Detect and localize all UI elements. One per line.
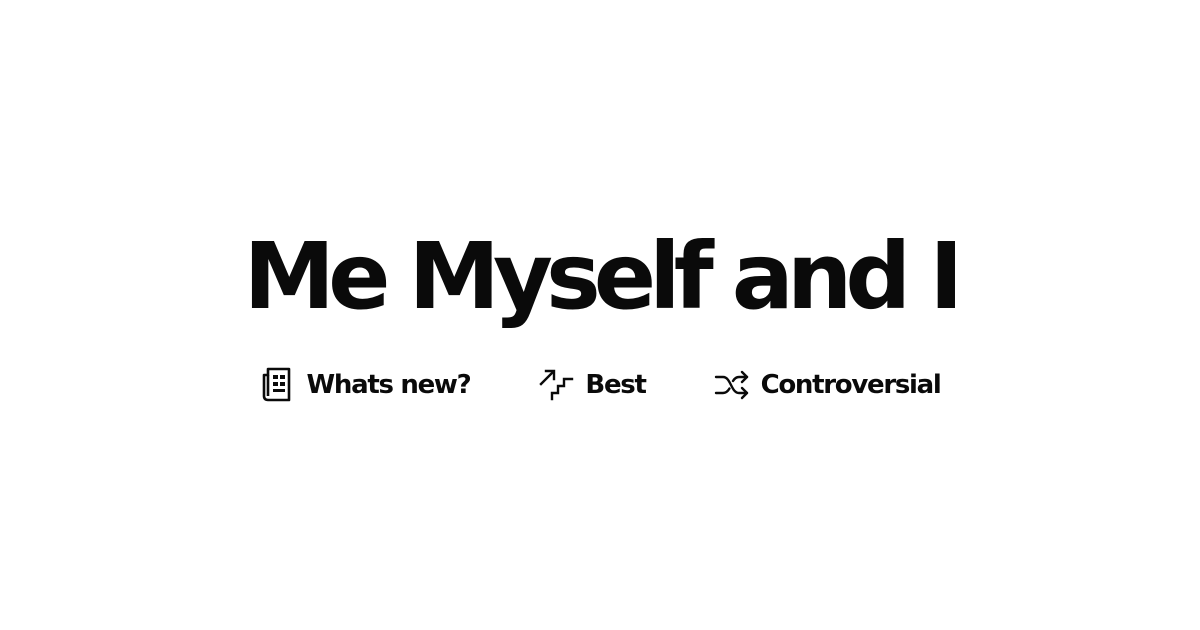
nav-item-whats-new[interactable]: Whats new?: [259, 365, 472, 405]
nav-label-whats-new: Whats new?: [306, 370, 471, 400]
main-nav: Whats new? Best Controversial: [0, 360, 1200, 410]
site-title: Me Myself and I: [243, 223, 964, 330]
nav-label-controversial: Controversial: [760, 370, 942, 400]
shuffle-icon: [714, 365, 750, 405]
newspaper-icon: [259, 365, 295, 405]
stairs-up-icon: [538, 365, 574, 405]
page: Me Myself and I Whats new? Best Controve…: [0, 0, 1200, 630]
nav-item-controversial[interactable]: Controversial: [714, 365, 942, 405]
nav-item-best[interactable]: Best: [538, 365, 647, 405]
nav-label-best: Best: [585, 370, 646, 400]
